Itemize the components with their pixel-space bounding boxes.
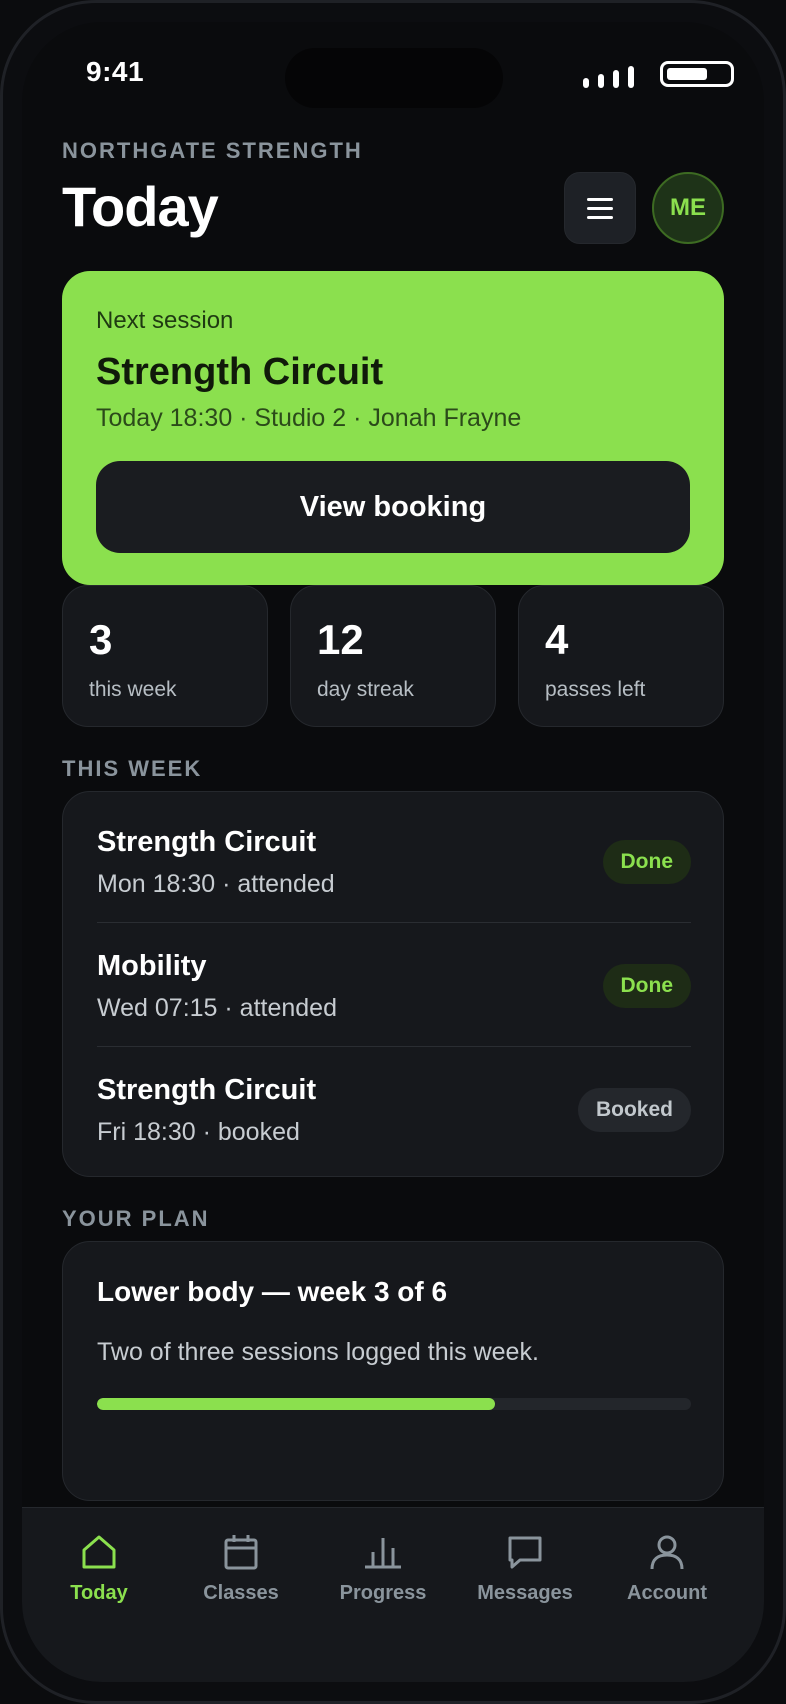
stat-value: 3 [89,616,113,663]
tab-label: Classes [203,1582,279,1604]
stat-passes-left: 4 passes left [518,585,724,727]
home-icon [82,1535,116,1569]
tab-label: Messages [477,1582,573,1604]
calendar-icon [224,1535,258,1570]
user-icon [650,1535,684,1570]
status-badge: Done [602,964,691,1008]
view-booking-button[interactable]: View booking [96,461,690,553]
class-name: Strength Circuit [97,826,317,858]
divider [97,922,691,923]
this-week-card: Strength Circuit Mon 18:30 · attended Do… [62,791,724,1177]
tab-label: Today [70,1582,128,1604]
menu-button[interactable] [564,172,636,244]
list-item[interactable]: Strength Circuit Mon 18:30 · attended Do… [97,826,691,906]
list-item[interactable]: Mobility Wed 07:15 · attended Done [97,950,691,1030]
tab-classes[interactable]: Classes [170,1532,312,1605]
class-name: Mobility [97,950,207,982]
class-time: Mon 18:30 · attended [97,870,335,898]
status-badge: Booked [577,1088,691,1132]
class-time: Fri 18:30 · booked [97,1118,300,1146]
bar-chart-icon [365,1538,401,1569]
tab-messages[interactable]: Messages [454,1532,596,1605]
status-time: 9:41 [86,56,145,87]
message-icon [508,1536,542,1569]
plan-progress-fill [97,1398,495,1410]
stat-this-week: 3 this week [62,585,268,727]
gym-name: NORTHGATE STRENGTH [62,138,363,163]
plan-heading: YOUR PLAN [62,1206,210,1231]
plan-progress-bar [97,1398,691,1410]
tab-bar: Today Classes Progress Messages Account [22,1507,764,1682]
avatar[interactable]: ME [652,172,724,244]
tab-progress[interactable]: Progress [312,1532,454,1605]
next-session-label: Next session [96,307,234,334]
this-week-heading: THIS WEEK [62,756,203,781]
class-name: Strength Circuit [97,1074,317,1106]
stat-day-streak: 12 day streak [290,585,496,727]
signal-icon [583,66,634,88]
next-session-card: Next session Strength Circuit Today 18:3… [62,271,724,585]
tab-account[interactable]: Account [596,1532,738,1605]
divider [97,1046,691,1047]
phone-frame: 9:41 NORTHGATE STRENGTH Today ME Next se… [0,0,786,1704]
stat-value: 12 [317,616,364,663]
class-time: Wed 07:15 · attended [97,994,337,1022]
tab-today[interactable]: Today [28,1532,170,1605]
stat-label: day streak [317,678,414,701]
stat-value: 4 [545,616,569,663]
tab-label: Progress [339,1582,427,1604]
next-session-meta: Today 18:30 · Studio 2 · Jonah Frayne [96,404,522,432]
tab-label: Account [627,1582,707,1604]
plan-description: Two of three sessions logged this week. [97,1338,539,1366]
screen: 9:41 NORTHGATE STRENGTH Today ME Next se… [22,22,764,1682]
plan-card[interactable]: Lower body — week 3 of 6 Two of three se… [62,1241,724,1501]
status-badge: Done [602,840,691,884]
next-session-title: Strength Circuit [96,351,384,393]
page-title: Today [62,175,219,238]
dynamic-island [285,48,503,108]
plan-title: Lower body — week 3 of 6 [97,1276,448,1307]
menu-icon [587,197,613,201]
battery-icon [660,61,734,87]
stat-label: this week [89,678,177,701]
stat-label: passes left [545,678,646,701]
list-item[interactable]: Strength Circuit Fri 18:30 · booked Book… [97,1074,691,1154]
